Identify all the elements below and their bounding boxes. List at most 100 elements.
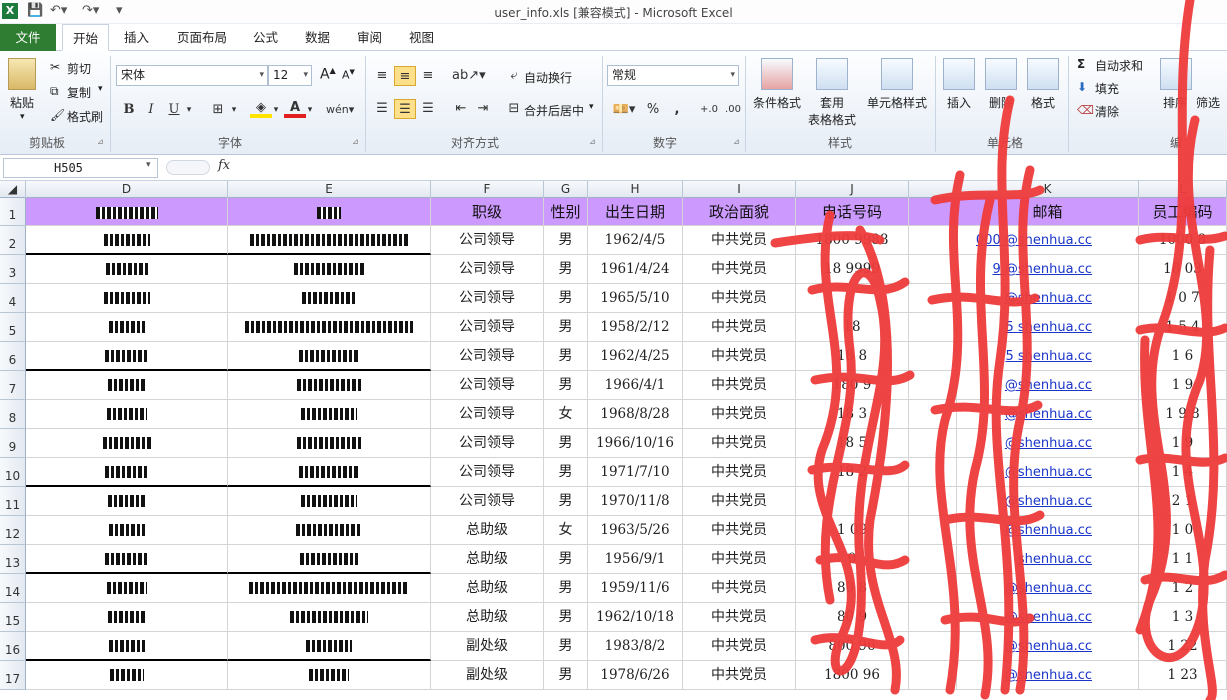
underline-dropdown-icon[interactable]: ▾ — [183, 100, 195, 120]
font-color-dropdown-icon[interactable]: ▾ — [304, 100, 316, 120]
cell-h-17[interactable]: 1978/6/26 — [588, 661, 683, 690]
cell-e-11[interactable] — [228, 487, 431, 516]
fill-button[interactable]: 填充 — [1095, 80, 1119, 97]
cell-f-13[interactable]: 总助级 — [431, 545, 544, 574]
paste-dropdown-icon[interactable]: ▾ — [20, 112, 25, 122]
cell-d-9[interactable] — [26, 429, 228, 458]
cell-x-10[interactable] — [909, 458, 957, 487]
merge-center-button[interactable]: 合并后居中 — [524, 102, 584, 119]
cell-k-10[interactable]: @shenhua.cc — [957, 458, 1139, 487]
cell-g-2[interactable]: 男 — [544, 226, 588, 255]
cell-h-5[interactable]: 1958/2/12 — [588, 313, 683, 342]
cell-l-14[interactable]: 1 2 — [1139, 574, 1227, 603]
clear-button[interactable]: 清除 — [1095, 103, 1119, 120]
column-header-d[interactable]: D — [26, 181, 228, 198]
fill-color-icon[interactable]: ◈ — [250, 98, 272, 118]
cell-j-3[interactable]: 18 9999 — [796, 255, 909, 284]
column-header-l[interactable]: L — [1139, 181, 1227, 198]
row-header[interactable]: 8 — [0, 400, 26, 429]
font-launcher-icon[interactable]: ⊿ — [352, 137, 359, 146]
tab-file[interactable]: 文件 — [0, 24, 56, 51]
cell-i-3[interactable]: 中共党员 — [683, 255, 796, 284]
copy-button[interactable]: 复制 — [67, 84, 91, 101]
format-cells-button[interactable]: 格式 — [1024, 58, 1062, 111]
cell-f-7[interactable]: 公司领导 — [431, 371, 544, 400]
cell-l-9[interactable]: 1 9 — [1139, 429, 1227, 458]
cell-g-12[interactable]: 女 — [544, 516, 588, 545]
cell-f-6[interactable]: 公司领导 — [431, 342, 544, 371]
cell-e-12[interactable] — [228, 516, 431, 545]
autosum-icon[interactable]: Σ — [1077, 57, 1085, 71]
header-cell-x[interactable] — [909, 198, 957, 226]
row-header[interactable]: 11 — [0, 487, 26, 516]
cell-l-16[interactable]: 1 22 — [1139, 632, 1227, 661]
cell-g-10[interactable]: 男 — [544, 458, 588, 487]
percent-button[interactable]: % — [642, 100, 664, 120]
row-header[interactable]: 6 — [0, 342, 26, 371]
formula-input[interactable] — [238, 158, 1223, 178]
column-header-j[interactable]: J — [796, 181, 909, 198]
cell-k-6[interactable]: 5 shenhua.cc — [957, 342, 1139, 371]
merge-dropdown-icon[interactable]: ▾ — [589, 102, 594, 112]
tab-page-layout[interactable]: 页面布局 — [167, 24, 237, 51]
cell-f-12[interactable]: 总助级 — [431, 516, 544, 545]
cell-x-6[interactable] — [909, 342, 957, 371]
formula-bar-handle[interactable] — [166, 160, 210, 175]
font-name-combo[interactable]: 宋体 ▾ — [116, 65, 268, 86]
copy-icon[interactable]: ⧉ — [50, 84, 59, 99]
insert-cells-button[interactable]: 插入 — [940, 58, 978, 111]
cell-i-2[interactable]: 中共党员 — [683, 226, 796, 255]
merge-center-icon[interactable]: ⊟ — [503, 99, 525, 119]
cell-d-7[interactable] — [26, 371, 228, 400]
cell-h-7[interactable]: 1966/4/1 — [588, 371, 683, 400]
cell-e-3[interactable] — [228, 255, 431, 284]
cell-l-7[interactable]: 1 9 — [1139, 371, 1227, 400]
cell-l-12[interactable]: 1 0 — [1139, 516, 1227, 545]
cell-h-15[interactable]: 1962/10/18 — [588, 603, 683, 632]
cell-d-10[interactable] — [26, 458, 228, 487]
cell-l-6[interactable]: 1 6 — [1139, 342, 1227, 371]
format-painter-button[interactable]: 格式刷 — [67, 108, 103, 125]
cell-g-7[interactable]: 男 — [544, 371, 588, 400]
column-header-g[interactable]: G — [544, 181, 588, 198]
increase-decimal-icon[interactable]: +.0 — [698, 100, 720, 120]
cell-g-11[interactable]: 男 — [544, 487, 588, 516]
delete-cells-button[interactable]: 删除 — [982, 58, 1020, 111]
cell-g-6[interactable]: 男 — [544, 342, 588, 371]
row-header[interactable]: 14 — [0, 574, 26, 603]
grow-font-icon[interactable]: A▲ — [320, 66, 336, 83]
cell-e-13[interactable] — [228, 545, 431, 574]
cell-i-14[interactable]: 中共党员 — [683, 574, 796, 603]
cell-f-3[interactable]: 公司领导 — [431, 255, 544, 284]
cell-x-7[interactable] — [909, 371, 957, 400]
tab-home[interactable]: 开始 — [62, 24, 110, 51]
cell-f-11[interactable]: 公司领导 — [431, 487, 544, 516]
header-cell-i[interactable]: 政治面貌 — [683, 198, 796, 226]
shrink-font-icon[interactable]: A▼ — [342, 68, 355, 82]
italic-button[interactable]: I — [140, 100, 162, 120]
cell-x-14[interactable] — [909, 574, 957, 603]
bold-button[interactable]: B — [118, 100, 140, 120]
cell-d-6[interactable] — [26, 342, 228, 371]
decrease-indent-icon[interactable]: ⇤ — [450, 99, 472, 119]
cell-h-4[interactable]: 1965/5/10 — [588, 284, 683, 313]
cell-f-9[interactable]: 公司领导 — [431, 429, 544, 458]
cell-h-11[interactable]: 1970/11/8 — [588, 487, 683, 516]
cell-i-6[interactable]: 中共党员 — [683, 342, 796, 371]
cell-i-12[interactable]: 中共党员 — [683, 516, 796, 545]
cell-g-8[interactable]: 女 — [544, 400, 588, 429]
row-header[interactable]: 13 — [0, 545, 26, 574]
fill-down-icon[interactable]: ⬇ — [1077, 80, 1087, 94]
column-header-k[interactable]: K — [957, 181, 1139, 198]
cell-d-14[interactable] — [26, 574, 228, 603]
cell-h-9[interactable]: 1966/10/16 — [588, 429, 683, 458]
cell-g-4[interactable]: 男 — [544, 284, 588, 313]
cell-f-2[interactable]: 公司领导 — [431, 226, 544, 255]
border-dropdown-icon[interactable]: ▾ — [228, 100, 240, 120]
cut-button[interactable]: 剪切 — [67, 60, 91, 77]
cell-k-16[interactable]: @shenhua.cc — [957, 632, 1139, 661]
row-header[interactable]: 16 — [0, 632, 26, 661]
autosum-button[interactable]: 自动求和 — [1095, 57, 1143, 74]
cell-x-8[interactable] — [909, 400, 957, 429]
cell-h-10[interactable]: 1971/7/10 — [588, 458, 683, 487]
